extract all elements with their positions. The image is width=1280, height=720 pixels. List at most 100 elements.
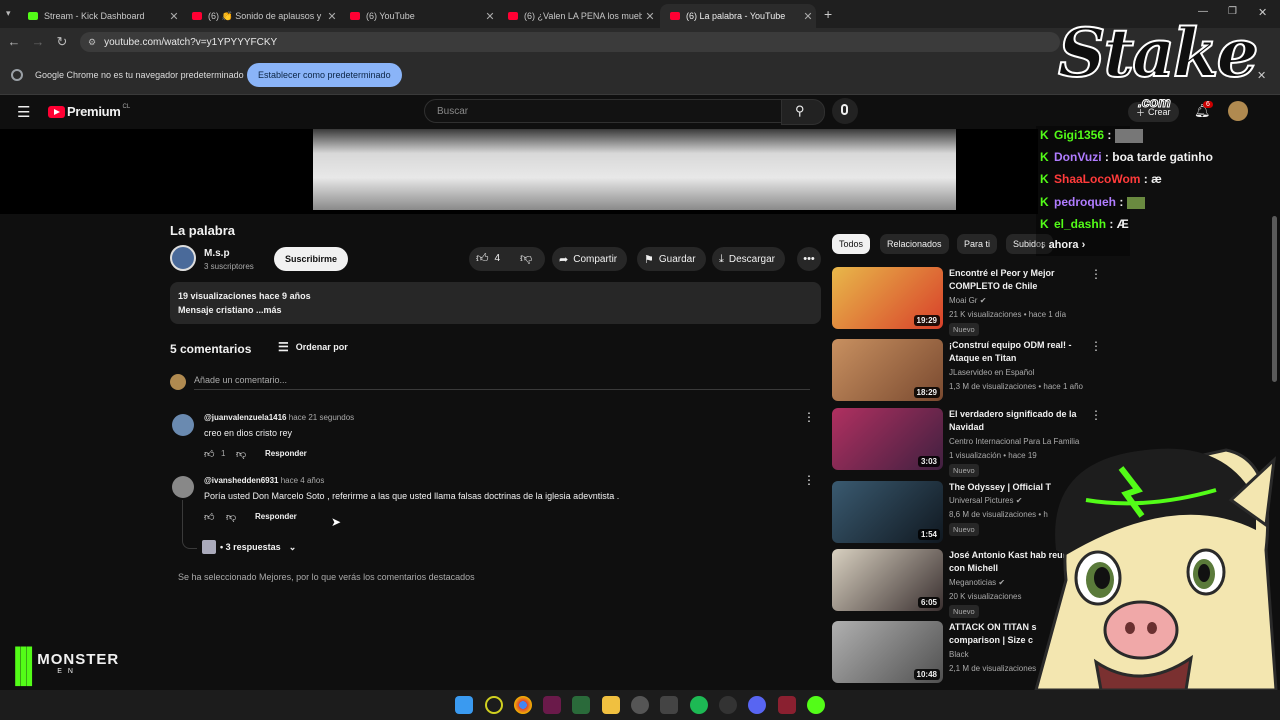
chat-message: K DonVuzi : boa tarde gatinho (1040, 150, 1213, 164)
avatar[interactable] (1228, 101, 1248, 121)
comment-time[interactable]: hace 21 segundos (289, 413, 354, 422)
recommendation-item[interactable]: 18:29 ¡Construí equipo ODM real! - Ataqu… (832, 339, 1102, 403)
taskbar-app-icon[interactable] (778, 696, 796, 714)
taskbar-app-icon[interactable] (485, 696, 503, 714)
reply-button[interactable]: Responder (265, 449, 307, 458)
mascot-cat-image (1034, 448, 1278, 690)
like-button[interactable]: 👍︎ 4 (476, 251, 500, 266)
close-tab-icon[interactable]: ✕ (324, 10, 340, 23)
page-scrollbar[interactable] (1272, 216, 1277, 382)
video-thumbnail[interactable]: 3:03 (832, 408, 943, 470)
chip-para-ti[interactable]: Para ti (957, 234, 998, 254)
video-frame[interactable] (313, 129, 956, 210)
spotify-icon[interactable] (690, 696, 708, 714)
tab-aplausos[interactable]: (6) 👏 Sonido de aplausos y gr ✕ (182, 4, 340, 28)
back-arrow-icon[interactable]: ← (6, 34, 22, 49)
search-button[interactable]: ⚲ (781, 99, 825, 125)
address-bar[interactable]: ⚙ youtube.com/watch?v=y1YPYYYFCKY (80, 32, 1060, 52)
rec-channel[interactable]: Black (949, 650, 969, 659)
dislike-button[interactable]: 👎︎ (520, 251, 532, 266)
comment-like-button[interactable]: 👍︎ (204, 448, 214, 460)
taskbar-app-icon[interactable] (572, 696, 590, 714)
logo-text: Premium (67, 104, 121, 119)
start-icon[interactable] (455, 696, 473, 714)
video-duration: 6:05 (917, 597, 940, 608)
tab-search-icon[interactable]: ▾ (6, 8, 11, 19)
rec-channel[interactable]: Moai Gr ✔ (949, 296, 986, 305)
discord-icon[interactable] (748, 696, 766, 714)
video-thumbnail[interactable]: 10:48 (832, 621, 943, 683)
rec-channel[interactable]: Universal Pictures ✔ (949, 496, 1022, 505)
comment-dislike-button[interactable]: 👎︎ (236, 448, 246, 460)
thumbs-down-icon: 👎︎ (520, 251, 533, 265)
rec-title[interactable]: Encontré el Peor y Mejor COMPLETO de Chi… (949, 267, 1089, 293)
more-actions-button[interactable]: ••• (797, 247, 821, 271)
video-thumbnail[interactable]: 1:54 (832, 481, 943, 543)
video-thumbnail[interactable]: 6:05 (832, 549, 943, 611)
subscribe-button[interactable]: Suscribirme (274, 247, 349, 271)
new-tab-button[interactable]: + (824, 6, 832, 22)
save-button[interactable]: ⚑ Guardar (637, 247, 706, 271)
add-comment-input[interactable]: Añade un comentario... (194, 375, 810, 390)
show-more-link[interactable]: ...más (254, 305, 282, 315)
infobar-close-icon[interactable]: ✕ (1257, 69, 1266, 82)
rec-channel[interactable]: JLaservideo en Español (949, 368, 1034, 377)
set-default-button[interactable]: Establecer como predeterminado (247, 63, 402, 87)
thread-connector (182, 500, 197, 549)
youtube-favicon-icon (670, 12, 680, 20)
window-close-icon[interactable]: ✕ (1258, 6, 1267, 19)
tab-kick-dashboard[interactable]: Stream - Kick Dashboard ✕ (18, 4, 182, 28)
download-button[interactable]: ⤓ Descargar (712, 247, 786, 271)
site-info-icon[interactable]: ⚙ (88, 37, 96, 48)
comment-author[interactable]: @ivanshedden6931 (204, 476, 279, 485)
taskbar-app-icon[interactable] (660, 696, 678, 714)
close-tab-icon[interactable]: ✕ (482, 10, 498, 23)
tab-la-palabra[interactable]: (6) La palabra - YouTube ✕ (660, 4, 816, 28)
rec-meta: 1,3 M de visualizaciones • hace 1 año (949, 382, 1083, 391)
sort-button[interactable]: ☰ Ordenar por (278, 340, 348, 354)
chrome-taskbar-icon[interactable] (514, 696, 532, 714)
replies-toggle[interactable]: • 3 respuestas ⌄ (202, 540, 296, 554)
comment-dislike-button[interactable]: 👎︎ (226, 511, 236, 523)
file-explorer-icon[interactable] (602, 696, 620, 714)
comment-author[interactable]: @juanvalenzuela1416 (204, 413, 287, 422)
voice-search-button[interactable] (832, 98, 858, 124)
youtube-logo[interactable]: Premium CL (48, 104, 130, 119)
video-thumbnail[interactable]: 19:29 (832, 267, 943, 329)
chip-relacionados[interactable]: Relacionados (880, 234, 949, 254)
commenter-avatar[interactable] (172, 476, 194, 498)
reload-icon[interactable]: ↻ (54, 34, 70, 50)
share-button[interactable]: ➦ Compartir (552, 247, 628, 271)
close-tab-icon[interactable]: ✕ (642, 10, 658, 23)
rec-channel[interactable]: Meganoticias ✔ (949, 578, 1005, 587)
description-box[interactable]: 19 visualizaciones hace 9 años Mensaje c… (170, 282, 821, 324)
rec-title[interactable]: ¡Construí equipo ODM real! - Ataque en T… (949, 339, 1089, 365)
stake-logo: Stake .com (1057, 13, 1260, 111)
recommendation-item[interactable]: 19:29 Encontré el Peor y Mejor COMPLETO … (832, 267, 1102, 336)
video-duration: 3:03 (917, 456, 940, 467)
chip-todos[interactable]: Todos (832, 234, 871, 254)
comment-menu-icon[interactable]: ⋮ (803, 410, 815, 424)
taskbar-app-icon[interactable] (631, 696, 649, 714)
forward-arrow-icon[interactable]: → (30, 34, 46, 49)
reply-button[interactable]: Responder (255, 512, 297, 521)
taskbar-app-icon[interactable] (719, 696, 737, 714)
rec-menu-icon[interactable]: ⋮ (1090, 339, 1102, 353)
close-tab-icon[interactable]: ✕ (800, 10, 816, 23)
close-tab-icon[interactable]: ✕ (166, 10, 182, 23)
commenter-avatar[interactable] (172, 414, 194, 436)
video-thumbnail[interactable]: 18:29 (832, 339, 943, 401)
tab-youtube[interactable]: (6) YouTube ✕ (340, 4, 498, 28)
comment-like-button[interactable]: 👍︎ (204, 511, 214, 523)
taskbar-app-icon[interactable] (543, 696, 561, 714)
rec-menu-icon[interactable]: ⋮ (1090, 408, 1102, 422)
kick-taskbar-icon[interactable] (807, 696, 825, 714)
channel-name[interactable]: M.s.p (204, 248, 230, 259)
tab-muebles[interactable]: (6) ¿Valen LA PENA los mueble ✕ (498, 4, 658, 28)
menu-icon[interactable]: ☰ (17, 103, 30, 121)
comment-menu-icon[interactable]: ⋮ (803, 473, 815, 487)
rec-menu-icon[interactable]: ⋮ (1090, 267, 1102, 281)
search-input[interactable]: Buscar (424, 99, 782, 123)
comment-time[interactable]: hace 4 años (281, 476, 325, 485)
channel-avatar[interactable] (170, 245, 196, 271)
